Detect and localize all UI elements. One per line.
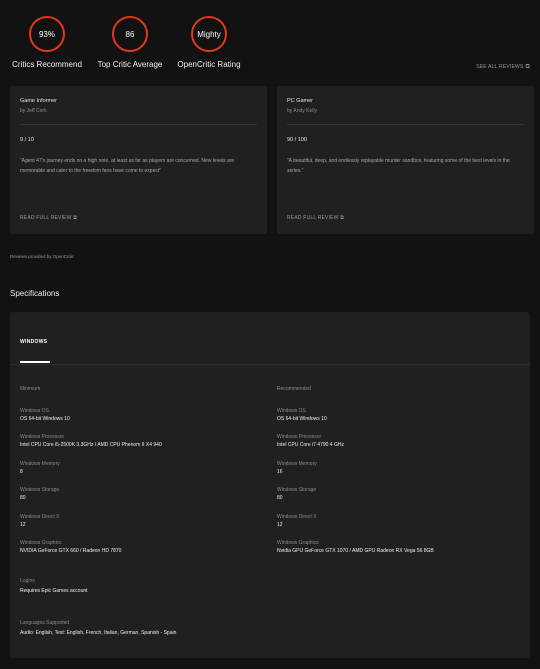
spec-item: Windows Processor Intel CPU Core i7 4790…	[277, 434, 344, 448]
spec-value: Audio: English, Text: English, French, I…	[20, 630, 177, 636]
review-quote: “A beautiful, deep, and endlessly replay…	[287, 158, 510, 174]
spec-label: Windows OS	[277, 408, 306, 414]
spec-value: OS 64-bit Windows 10	[277, 416, 327, 422]
read-label: READ FULL REVIEW	[287, 215, 339, 221]
spec-item: Windows Graphics Nvidia GPU GeForce GTX …	[277, 540, 434, 554]
see-all-reviews-link[interactable]: SEE ALL REVIEWS ⧉	[476, 64, 530, 71]
review-card: Game Informer by Jeff Cork 9 / 10 “Agent…	[10, 86, 267, 234]
spec-label: Windows Processor	[277, 434, 322, 440]
spec-item: Windows OS OS 64-bit Windows 10	[20, 408, 70, 422]
spec-value: Requires Epic Games account	[20, 588, 88, 594]
spec-label: Windows Graphics	[20, 540, 62, 546]
spec-value: 8	[20, 469, 23, 475]
review-author: by Jeff Cork	[20, 108, 47, 114]
languages-section: Languages Supported Audio: English, Text…	[20, 620, 176, 636]
spec-item: Windows OS OS 64-bit Windows 10	[277, 408, 327, 422]
read-full-review-link[interactable]: READ FULL REVIEW ⧉	[287, 215, 344, 221]
spec-value: Intel CPU Core i7 4790 4 GHz	[277, 442, 344, 448]
specifications-panel: WINDOWS Minimum Windows OS OS 64-bit Win…	[10, 312, 530, 658]
active-tab-indicator	[20, 361, 50, 363]
rating-label: OpenCritic Rating	[177, 60, 241, 69]
spec-value: 16	[277, 469, 283, 475]
spec-label: Logins	[20, 578, 35, 584]
spec-item: Windows Storage 80	[277, 487, 316, 501]
spec-item: Windows Direct X 12	[20, 514, 59, 528]
spec-label: Languages Supported	[20, 620, 70, 626]
spec-label: Windows OS	[20, 408, 49, 414]
divider	[10, 364, 530, 365]
spec-label: Windows Storage	[277, 487, 317, 493]
external-link-icon: ⧉	[340, 215, 345, 221]
review-outlet: PC Gamer	[287, 98, 313, 104]
specifications-heading: Specifications	[10, 289, 60, 298]
read-label: READ FULL REVIEW	[20, 215, 72, 221]
spec-item: Windows Graphics NVIDIA GeForce GTX 660 …	[20, 540, 121, 554]
spec-label: Windows Graphics	[277, 540, 319, 546]
review-card: PC Gamer by Andy Kelly 90 / 100 “A beaut…	[277, 86, 534, 234]
reviews-provided-note: Reviews provided by OpenCritic	[10, 254, 75, 259]
spec-item: Windows Direct X 12	[277, 514, 316, 528]
spec-value: 80	[20, 495, 26, 501]
spec-item: Windows Memory 16	[277, 461, 317, 475]
spec-value: NVIDIA GeForce GTX 660 / Radeon HD 7870	[20, 548, 122, 554]
spec-label: Windows Memory	[277, 461, 317, 467]
external-link-icon: ⧉	[73, 215, 78, 221]
column-heading: Minimum	[20, 386, 41, 392]
spec-value: Nvidia GPU GeForce GTX 1070 / AMD GPU Ra…	[277, 548, 434, 554]
column-heading: Recommended	[277, 386, 311, 392]
review-author: by Andy Kelly	[287, 108, 318, 114]
external-link-icon: ⧉	[525, 64, 530, 70]
spec-value: 12	[277, 522, 283, 528]
spec-value: 12	[20, 522, 26, 528]
spec-item: Windows Memory 8	[20, 461, 60, 475]
divider	[287, 124, 524, 125]
review-outlet: Game Informer	[20, 98, 57, 104]
spec-item: Windows Storage 80	[20, 487, 59, 501]
spec-item: Windows Processor Intel CPU Core i5-2500…	[20, 434, 162, 448]
spec-label: Windows Direct X	[20, 514, 60, 520]
rating-value: 86	[125, 29, 135, 39]
spec-label: Windows Processor	[20, 434, 65, 440]
recommended-requirements: Recommended Windows OS OS 64-bit Windows…	[277, 386, 527, 554]
read-full-review-link[interactable]: READ FULL REVIEW ⧉	[20, 215, 77, 221]
spec-value: OS 64-bit Windows 10	[20, 416, 70, 422]
tab-windows[interactable]: WINDOWS	[20, 339, 47, 345]
spec-value: 80	[277, 495, 283, 501]
spec-label: Windows Direct X	[277, 514, 317, 520]
opencritic-rating: Mighty OpenCritic Rating	[154, 16, 264, 69]
logins-section: Logins Requires Epic Games account	[20, 578, 88, 594]
spec-label: Windows Storage	[20, 487, 60, 493]
minimum-requirements: Minimum Windows OS OS 64-bit Windows 10 …	[20, 386, 270, 554]
spec-label: Windows Memory	[20, 461, 60, 467]
rating-ring: 86	[112, 16, 148, 52]
rating-value: 93%	[38, 29, 55, 39]
review-quote: “Agent 47’s journey ends on a high note,…	[20, 158, 235, 174]
review-score: 90 / 100	[287, 137, 307, 143]
spec-value: Intel CPU Core i5-2500K 3.3GHz / AMD CPU…	[20, 442, 162, 448]
rating-value: Mighty	[197, 29, 221, 39]
review-score: 9 / 10	[20, 137, 34, 143]
ratings-row: 93% Critics Recommend 86 Top Critic Aver…	[0, 0, 540, 80]
rating-ring: Mighty	[191, 16, 227, 52]
see-all-label: SEE ALL REVIEWS	[476, 64, 524, 70]
divider	[20, 124, 257, 125]
rating-ring: 93%	[29, 16, 65, 52]
